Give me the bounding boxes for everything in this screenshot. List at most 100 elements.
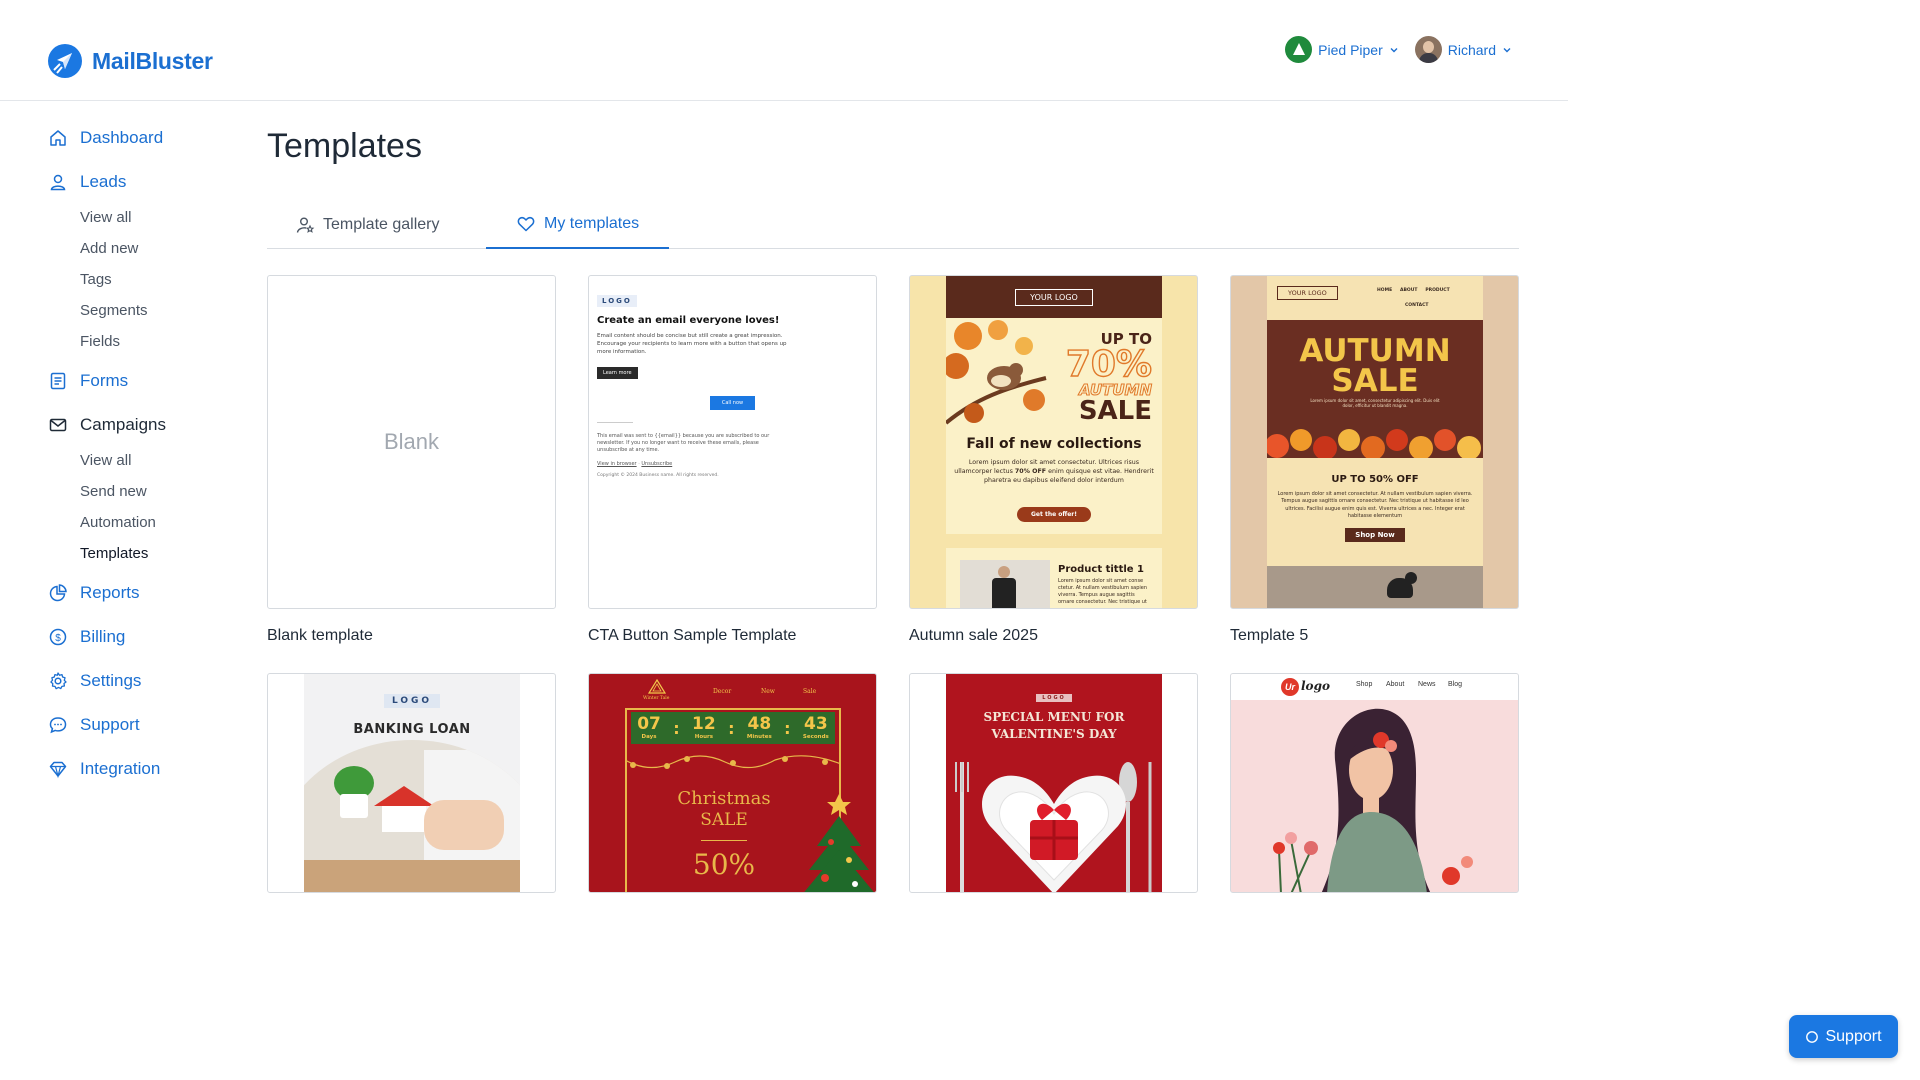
timer-seconds: 43 [804, 713, 828, 734]
timer-label: Days [641, 733, 657, 740]
house-on-hand-photo [304, 740, 520, 892]
preview-learn-more-button: Learn more [597, 366, 638, 379]
sidebar-item-settings[interactable]: Settings [48, 661, 248, 701]
preview-call-now-button: Call now [709, 395, 756, 410]
gear-icon [50, 672, 67, 690]
preview-title: BANKING LOAN [353, 722, 471, 737]
paper-plane-icon [48, 44, 82, 78]
template-thumbnail[interactable]: Ur logo Shop About News Blog [1230, 673, 1519, 893]
sidebar-item-label: Leads [80, 172, 127, 191]
svg-text:$: $ [55, 633, 61, 644]
preview-nav-item: ABOUT [1400, 288, 1418, 293]
sidebar-subitem-templates[interactable]: Templates [48, 538, 248, 569]
preview-headline: Fall of new collections [966, 436, 1142, 452]
template-thumbnail[interactable]: LOGO BANKING LOAN [267, 673, 556, 893]
chevron-down-icon [1390, 47, 1398, 52]
template-card-ur-logo[interactable]: Ur logo Shop About News Blog [1230, 673, 1519, 893]
sidebar-item-label: Forms [80, 371, 129, 390]
sidebar-subitem-automation[interactable]: Automation [48, 507, 248, 538]
template-card-template-5[interactable]: YOUR LOGO HOME ABOUT PRODUCT CONTACT AUT… [1230, 275, 1519, 645]
sidebar-subitem-segments[interactable]: Segments [48, 295, 248, 326]
preview-body: Lorem ipsum dolor sit amet consectetur. … [1277, 491, 1473, 519]
garland-decoration [625, 755, 841, 769]
preview-nav-item: Shop [1356, 681, 1373, 688]
preview-title-2: SALE [1331, 363, 1419, 399]
preview-view-in-browser: View in browser [597, 460, 637, 467]
workspace-logo [1285, 36, 1313, 63]
timer-label: Minutes [746, 733, 772, 740]
sidebar-subitem-leads-view-all[interactable]: View all [48, 202, 248, 233]
tab-template-gallery[interactable]: Template gallery [295, 201, 440, 249]
preview-nav-item: PRODUCT [1425, 288, 1450, 293]
preview-nav-item: HOME [1377, 288, 1393, 293]
timer-days: 07 [637, 713, 661, 734]
brand-logo[interactable]: MailBluster [48, 44, 213, 78]
sidebar-item-leads[interactable]: Leads [48, 162, 248, 202]
preview-logo: LOGO [383, 694, 441, 708]
preview-offer: UP TO 50% OFF [1331, 474, 1419, 485]
sidebar-subitem-add-new[interactable]: Add new [48, 233, 248, 264]
sidebar-item-reports[interactable]: Reports [48, 573, 248, 613]
cat-photo [1267, 566, 1483, 608]
workspace-switcher[interactable]: Pied Piper [1285, 36, 1399, 63]
preview-brand: Winter Tale [643, 696, 670, 701]
sidebar-item-support[interactable]: Support [48, 705, 248, 745]
sidebar-item-integration[interactable]: Integration [48, 749, 248, 789]
preview-nav-item: Blog [1448, 681, 1463, 688]
preview-title-1: Christmas [677, 788, 771, 809]
autumn-leaves-illustration [946, 320, 1047, 425]
workspace-name: Pied Piper [1318, 41, 1383, 58]
form-icon [50, 372, 66, 390]
sidebar-item-label: Integration [80, 759, 161, 778]
template-card-banking-loan[interactable]: LOGO BANKING LOAN [267, 673, 556, 893]
timer-label: Hours [694, 733, 714, 740]
user-menu[interactable]: Richard [1414, 36, 1512, 63]
preview-nav-item: Sale [803, 688, 817, 695]
template-thumbnail[interactable]: YOUR LOGO UP TO 70% AUTUMN SALE Fall of … [909, 275, 1198, 609]
woman-with-flowers-illustration [1273, 708, 1473, 892]
preview-nav-item: Decor [713, 688, 732, 695]
preview-logo: LOGO [597, 295, 637, 307]
sidebar-subitem-send-new[interactable]: Send new [48, 476, 248, 507]
template-thumbnail[interactable]: Winter Tale Decor New Sale 07 Days : 12 Ho… [588, 673, 877, 893]
template-name: Template 5 [1230, 627, 1309, 644]
template-name: Autumn sale 2025 [909, 627, 1038, 644]
home-icon [50, 130, 66, 146]
template-thumbnail[interactable]: LOGO SPECIAL MENU FOR VALENTINE'S DAY [909, 673, 1198, 893]
tab-label: Template gallery [323, 216, 440, 233]
preview-title: SPECIAL MENU FOR VALENTINE'S DAY [983, 710, 1125, 741]
sidebar-item-billing[interactable]: $ Billing [48, 617, 248, 657]
template-card-blank[interactable]: Blank Blank template [267, 275, 556, 645]
template-card-cta[interactable]: LOGO Create an email everyone loves! Ema… [588, 275, 877, 645]
template-tabs: Template gallery My templates [267, 201, 1519, 249]
preview-footer: This email was sent to {{email}} because… [597, 432, 770, 454]
template-thumbnail[interactable]: Blank [267, 275, 556, 609]
preview-logo: YOUR LOGO [1277, 286, 1338, 300]
product-image [960, 560, 1050, 608]
template-card-valentine-menu[interactable]: LOGO SPECIAL MENU FOR VALENTINE'S DAY [909, 673, 1198, 893]
sidebar-subitem-tags[interactable]: Tags [48, 264, 248, 295]
user-name: Richard [1447, 41, 1496, 58]
support-chat-button[interactable]: Support [1789, 1015, 1898, 1058]
template-name: Blank template [267, 627, 373, 644]
preview-logo: LOGO [1036, 694, 1072, 702]
sidebar-subitem-fields[interactable]: Fields [48, 326, 248, 357]
sidebar-item-forms[interactable]: Forms [48, 361, 248, 401]
diamond-icon [49, 761, 67, 779]
christmas-tree-illustration [804, 794, 874, 892]
tab-my-templates[interactable]: My templates [486, 201, 670, 249]
template-thumbnail[interactable]: YOUR LOGO HOME ABOUT PRODUCT CONTACT AUT… [1230, 275, 1519, 609]
template-name: CTA Button Sample Template [588, 627, 797, 644]
preview-copyright: Copyright © 2024 Business name. All righ… [597, 472, 719, 478]
sidebar-item-dashboard[interactable]: Dashboard [48, 118, 248, 158]
template-thumbnail[interactable]: LOGO Create an email everyone loves! Ema… [588, 275, 877, 609]
sidebar-item-campaigns[interactable]: Campaigns [48, 405, 248, 445]
support-label: Support [1825, 1027, 1882, 1045]
template-card-autumn-sale[interactable]: YOUR LOGO UP TO 70% AUTUMN SALE Fall of … [909, 275, 1198, 645]
sidebar-item-label: Dashboard [80, 128, 164, 147]
template-card-christmas-sale[interactable]: Winter Tale Decor New Sale 07 Days : 12 Ho… [588, 673, 877, 893]
preview-percent: 50% [692, 848, 756, 881]
tab-label: My templates [544, 215, 640, 232]
sidebar-subitem-campaigns-view-all[interactable]: View all [48, 445, 248, 476]
timer-label: Seconds [802, 733, 829, 740]
